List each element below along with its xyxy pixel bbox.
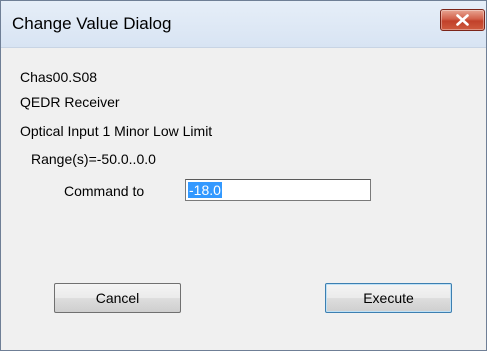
close-icon — [456, 14, 469, 26]
chassis-label: Chas00.S08 — [20, 69, 98, 85]
change-value-dialog: Change Value Dialog Chas00.S08 QEDR Rece… — [0, 0, 487, 351]
command-input[interactable]: -18.0 — [185, 179, 371, 201]
close-button[interactable] — [440, 9, 485, 31]
window-title: Change Value Dialog — [12, 14, 172, 33]
command-value: -18.0 — [188, 182, 222, 198]
receiver-label: QEDR Receiver — [20, 94, 120, 110]
command-label: Command to — [64, 183, 145, 199]
title-bar[interactable]: Change Value Dialog — [1, 1, 486, 48]
cancel-button[interactable]: Cancel — [54, 283, 181, 313]
dialog-body: Chas00.S08 QEDR Receiver Optical Input 1… — [1, 48, 486, 350]
range-label: Range(s)=-50.0..0.0 — [31, 151, 156, 167]
parameter-label: Optical Input 1 Minor Low Limit — [20, 123, 213, 139]
execute-button[interactable]: Execute — [325, 283, 452, 313]
